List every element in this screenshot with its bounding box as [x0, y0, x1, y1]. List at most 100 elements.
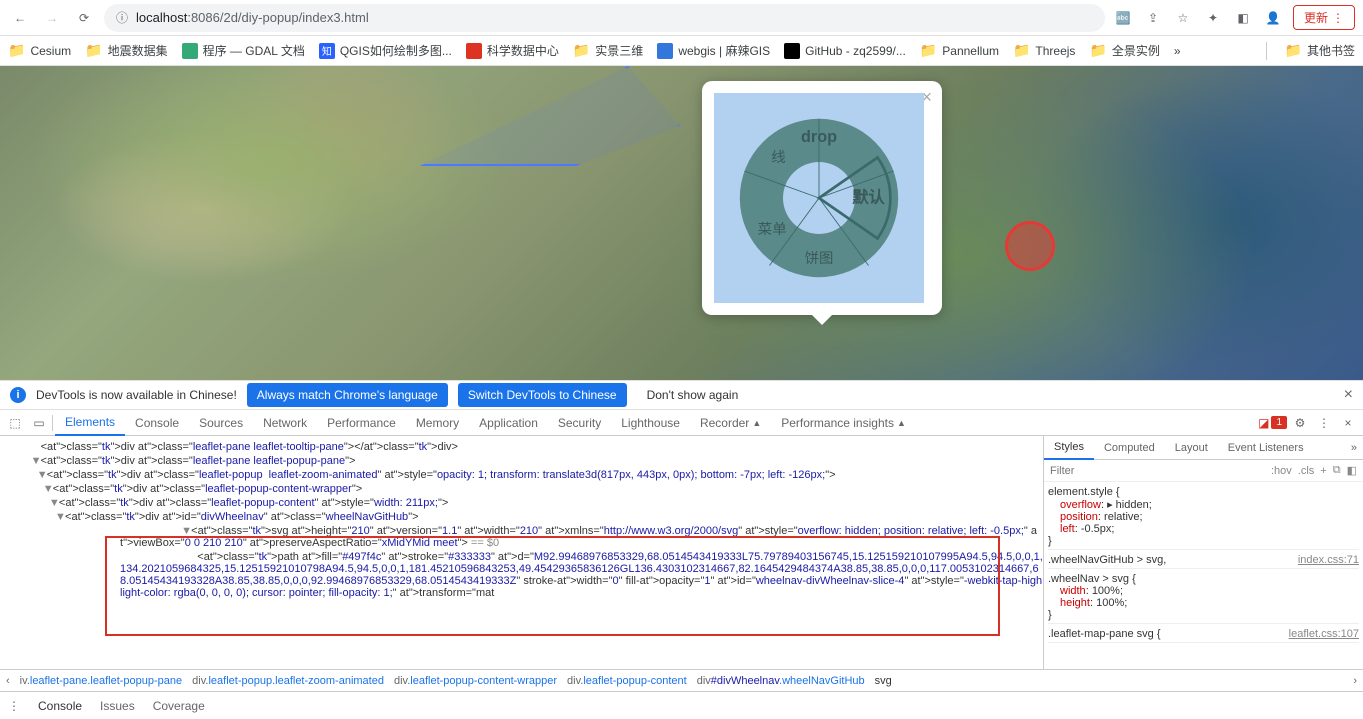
wheel-label-top[interactable]: drop	[801, 128, 837, 146]
breadcrumb-item[interactable]: div#divWheelnav.wheelNavGitHub	[697, 675, 865, 687]
url-bar[interactable]: ⓘ localhost:8086/2d/diy-popup/index3.htm…	[104, 4, 1105, 32]
devtools-tab[interactable]: Lighthouse	[611, 410, 690, 436]
drawer-menu-icon[interactable]: ⋮	[8, 699, 20, 713]
new-rule-button[interactable]: +	[1320, 465, 1326, 477]
more-icon[interactable]: ⋮	[1313, 416, 1335, 430]
bookmark-item[interactable]: 📁地震数据集	[85, 42, 167, 59]
inspect-icon[interactable]: ⬚	[4, 416, 26, 430]
devtools-tabs: ⬚ ▭ ElementsConsoleSourcesNetworkPerform…	[0, 410, 1363, 436]
devtools-tab[interactable]: Console	[125, 410, 189, 436]
reload-button[interactable]: ⟳	[72, 6, 96, 30]
banner-close-button[interactable]: ×	[1344, 386, 1353, 404]
styles-tab[interactable]: Layout	[1165, 436, 1218, 460]
breadcrumb-item[interactable]: iv.leaflet-pane.leaflet-popup-pane	[20, 675, 182, 687]
banner-message: DevTools is now available in Chinese!	[36, 388, 237, 402]
styles-tab[interactable]: Styles	[1044, 436, 1094, 460]
styles-rules[interactable]: element.style {overflow: ▸ hidden;positi…	[1044, 482, 1363, 669]
devtools-tab[interactable]: Recorder ▲	[690, 410, 771, 436]
styles-copy-icon[interactable]: ⧉	[1333, 464, 1341, 477]
css-rule[interactable]: .wheelNav > svg {width: 100%;height: 100…	[1048, 573, 1359, 624]
banner-dismiss-button[interactable]: Don't show again	[637, 383, 749, 407]
hov-toggle[interactable]: :hov	[1271, 465, 1292, 477]
bookmark-item[interactable]: 📁全景实例	[1089, 42, 1159, 59]
css-rule[interactable]: .wheelNavGitHub > svg,index.css:71	[1048, 554, 1359, 569]
styles-filter-input[interactable]	[1050, 465, 1265, 477]
other-bookmarks[interactable]: 📁其他书签	[1285, 42, 1355, 59]
bookmark-item[interactable]: 📁Threejs	[1013, 42, 1075, 59]
wheel-label-left[interactable]: 菜单	[758, 221, 787, 238]
bookmark-item[interactable]: 📁Cesium	[8, 42, 71, 59]
breadcrumb-item[interactable]: div.leaflet-popup-content	[567, 675, 687, 687]
bookmark-item[interactable]: 程序 — GDAL 文档	[182, 42, 305, 59]
site-info-icon[interactable]: ⓘ	[116, 9, 128, 26]
code-line[interactable]: ▼<at">class="tk">div at">class="leaflet-…	[0, 482, 1043, 496]
devtools-tab[interactable]: Sources	[189, 410, 253, 436]
styles-tabs: StylesComputedLayoutEvent Listeners »	[1044, 436, 1363, 460]
translate-icon[interactable]: 🔤	[1113, 11, 1133, 25]
wheel-label-bottom[interactable]: 饼图	[805, 250, 834, 267]
code-line[interactable]: ▼<at">class="tk">svg at">height="210" at…	[0, 524, 1043, 550]
error-indicator[interactable]: ◪1	[1258, 416, 1287, 430]
bookmark-item[interactable]: 科学数据中心	[466, 42, 559, 59]
map-terrain	[0, 66, 1363, 380]
devtools-tab[interactable]: Performance	[317, 410, 406, 436]
css-rule[interactable]: .leaflet-map-pane svg {leaflet.css:107	[1048, 628, 1359, 643]
styles-tab[interactable]: Computed	[1094, 436, 1165, 460]
code-line[interactable]: ▼<at">class="tk">div at">class="leaflet-…	[0, 454, 1043, 468]
styles-filter-bar: :hov .cls + ⧉ ◧	[1044, 460, 1363, 482]
code-line[interactable]: ▼<at">class="tk">div at">class="leaflet-…	[0, 468, 1043, 482]
code-line[interactable]: ▼<at">class="tk">div at">id="divWheelnav…	[0, 510, 1043, 524]
share-icon[interactable]: ⇪	[1143, 11, 1163, 25]
devtools-tab[interactable]: Memory	[406, 410, 469, 436]
styles-more-icon[interactable]: »	[1345, 442, 1363, 454]
forward-button[interactable]: →	[40, 6, 64, 30]
bookmark-item[interactable]: GitHub - zq2599/...	[784, 43, 906, 59]
devtools-tab[interactable]: Performance insights ▲	[771, 410, 916, 436]
breadcrumb-item[interactable]: div.leaflet-popup.leaflet-zoom-animated	[192, 675, 384, 687]
bookmark-item[interactable]: webgis | 麻辣GIS	[657, 42, 770, 59]
banner-always-match-button[interactable]: Always match Chrome's language	[247, 383, 448, 407]
bookmark-item[interactable]: 知QGIS如何绘制多图...	[319, 42, 452, 59]
profile-icon[interactable]: 👤	[1263, 11, 1283, 25]
drawer-tab-coverage[interactable]: Coverage	[153, 699, 205, 713]
styles-panel-icon[interactable]: ◧	[1347, 464, 1357, 477]
bookmark-item[interactable]: 📁实景三维	[573, 42, 643, 59]
map-circle-marker[interactable]	[1005, 221, 1055, 271]
scroll-right-icon[interactable]: ›	[1353, 675, 1357, 687]
devtools-tab[interactable]: Security	[548, 410, 611, 436]
cls-toggle[interactable]: .cls	[1298, 465, 1315, 477]
scroll-left-icon[interactable]: ‹	[6, 675, 10, 687]
wheelnav-svg[interactable]: drop 默认 饼图 菜单 线	[729, 108, 909, 288]
wheel-label-right[interactable]: 默认	[852, 188, 885, 207]
banner-switch-button[interactable]: Switch DevTools to Chinese	[458, 383, 627, 407]
breadcrumb-item[interactable]: svg	[875, 675, 892, 687]
code-line[interactable]: <at">class="tk">div at">class="leaflet-p…	[0, 440, 1043, 454]
close-devtools-icon[interactable]: ×	[1337, 416, 1359, 430]
css-rule[interactable]: element.style {overflow: ▸ hidden;positi…	[1048, 486, 1359, 550]
bookmarks-overflow[interactable]: »	[1174, 44, 1181, 58]
code-line[interactable]: ▼<at">class="tk">div at">class="leaflet-…	[0, 496, 1043, 510]
back-button[interactable]: ←	[8, 6, 32, 30]
elements-breadcrumb[interactable]: ‹ iv.leaflet-pane.leaflet-popup-pane div.…	[0, 669, 1363, 691]
devtools-tab[interactable]: Application	[469, 410, 548, 436]
devtools-tab[interactable]: Elements	[55, 410, 125, 436]
folder-icon: 📁	[1013, 42, 1030, 59]
drawer-tab-issues[interactable]: Issues	[100, 699, 135, 713]
folder-icon: 📁	[85, 42, 102, 59]
map-viewport[interactable]: × drop 默认 饼图 菜单 线 svg 210 × 210	[0, 66, 1363, 380]
device-icon[interactable]: ▭	[28, 416, 50, 430]
devtools-tab[interactable]: Network	[253, 410, 317, 436]
elements-panel[interactable]: <at">class="tk">div at">class="leaflet-p…	[0, 436, 1043, 669]
bookmark-item[interactable]: 📁Pannellum	[920, 42, 999, 59]
styles-tab[interactable]: Event Listeners	[1218, 436, 1314, 460]
breadcrumb-item[interactable]: div.leaflet-popup-content-wrapper	[394, 675, 557, 687]
update-button[interactable]: 更新 ⋮	[1293, 5, 1355, 30]
settings-icon[interactable]: ⚙	[1289, 416, 1311, 430]
panel-icon[interactable]: ◧	[1233, 11, 1253, 25]
drawer-tab-console[interactable]: Console	[38, 699, 82, 713]
code-line[interactable]: <at">class="tk">path at">fill="#497f4c" …	[0, 550, 1043, 600]
extensions-icon[interactable]: ✦	[1203, 11, 1223, 25]
star-icon[interactable]: ☆	[1173, 11, 1193, 25]
wheel-label-topleft[interactable]: 线	[771, 149, 785, 166]
favicon: 知	[319, 43, 335, 59]
